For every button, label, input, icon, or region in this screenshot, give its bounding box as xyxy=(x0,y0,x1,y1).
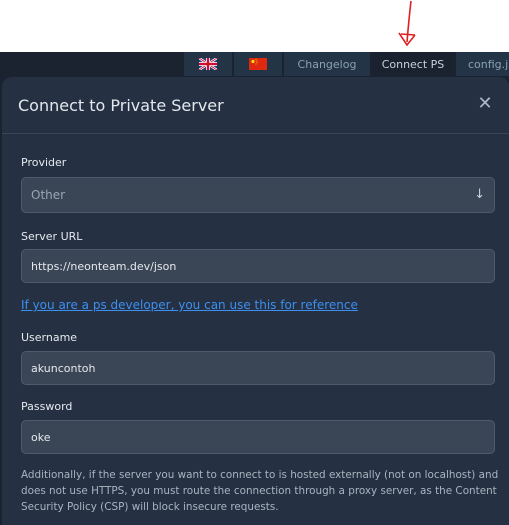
csp-note: Additionally, if the server you want to … xyxy=(21,469,499,513)
provider-select[interactable]: Other ↓ xyxy=(21,177,495,213)
reference-link[interactable]: If you are a ps developer, you can use t… xyxy=(21,298,358,312)
nav-config[interactable]: config.js xyxy=(456,52,509,76)
red-arrow-annotation-icon xyxy=(398,0,416,47)
modal-header: Connect to Private Server xyxy=(2,77,509,134)
connect-private-server-modal: Connect to Private Server ✕ Provider Oth… xyxy=(2,77,509,525)
password-label: Password xyxy=(21,400,73,413)
server-url-label: Server URL xyxy=(21,230,83,243)
top-navigation: Changelog Connect PS config.js xyxy=(184,52,509,76)
username-input[interactable]: akuncontoh xyxy=(21,351,495,385)
nav-changelog[interactable]: Changelog xyxy=(284,52,370,76)
modal-title: Connect to Private Server xyxy=(18,95,224,115)
password-value: oke xyxy=(31,430,51,444)
close-icon[interactable]: ✕ xyxy=(477,95,493,113)
language-en-button[interactable] xyxy=(184,52,232,76)
language-cn-button[interactable] xyxy=(234,52,282,76)
username-value: akuncontoh xyxy=(31,361,96,375)
nav-connect-ps[interactable]: Connect PS xyxy=(372,52,454,76)
china-flag-icon xyxy=(249,58,267,70)
down-arrow-icon: ↓ xyxy=(474,187,485,202)
provider-value: Other xyxy=(31,188,66,202)
password-input[interactable]: oke xyxy=(21,420,495,454)
server-url-input[interactable]: https://neonteam.dev/json xyxy=(21,249,495,283)
uk-flag-icon xyxy=(199,58,217,70)
server-url-value: https://neonteam.dev/json xyxy=(31,259,177,273)
provider-label: Provider xyxy=(21,156,67,169)
page-top-blank xyxy=(0,0,509,52)
username-label: Username xyxy=(21,331,78,344)
